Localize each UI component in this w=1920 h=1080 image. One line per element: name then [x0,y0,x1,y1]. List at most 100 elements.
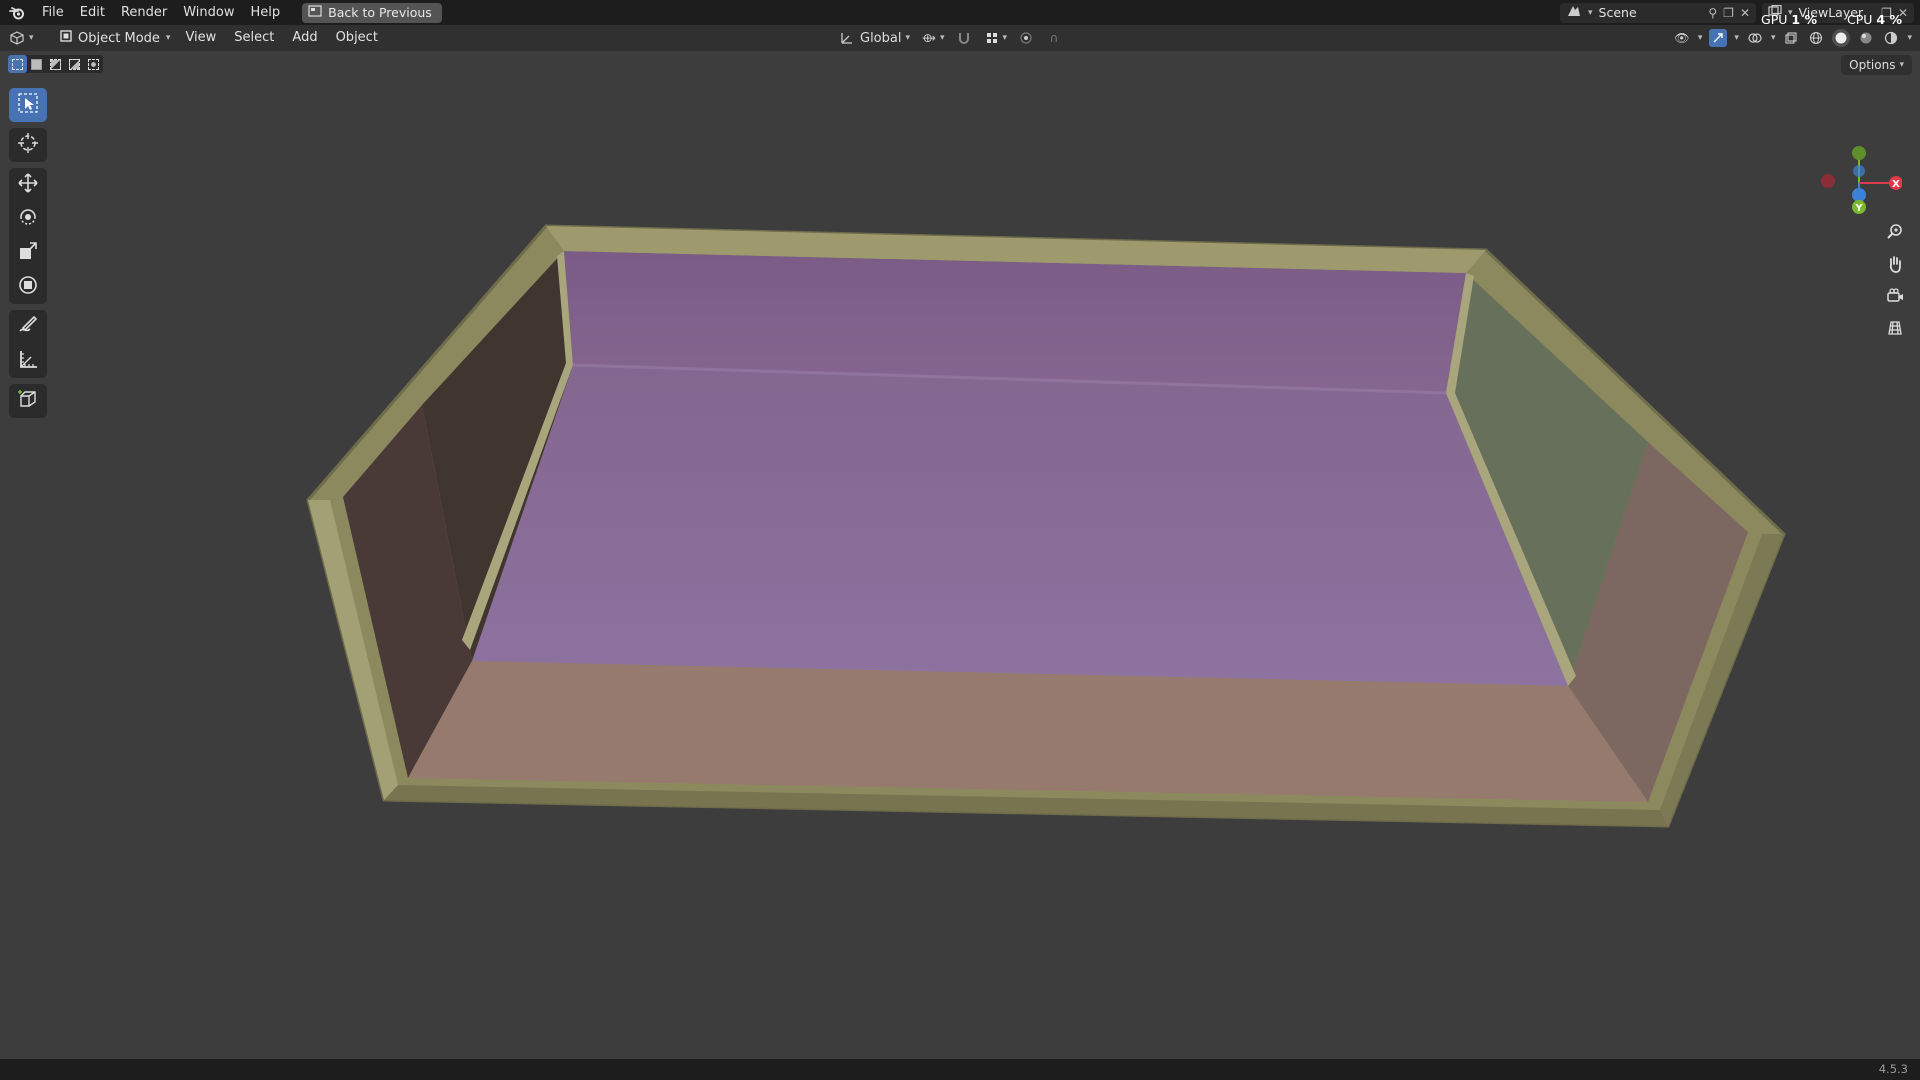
cursor-icon [17,132,39,158]
tool-rotate[interactable] [9,202,47,236]
back-to-previous-button[interactable]: Back to Previous [302,2,442,23]
menu-select[interactable]: Select [225,28,283,48]
mode-selector[interactable]: Object Mode ▾ [54,28,176,48]
overlays-icon[interactable] [1746,29,1764,47]
move-icon [17,172,39,198]
scene-selector[interactable]: ▾ Scene ⚲ ❐ ✕ [1560,2,1756,23]
chevron-down-icon: ▾ [1588,7,1593,18]
chevron-down-icon: ▾ [29,33,34,43]
select-box-icon [17,92,39,118]
menu-file[interactable]: File [34,0,72,25]
close-icon[interactable]: ✕ [1740,6,1750,20]
menu-edit[interactable]: Edit [72,0,113,25]
menu-help[interactable]: Help [243,0,289,25]
back-to-previous-label: Back to Previous [328,5,432,20]
menu-render[interactable]: Render [113,0,175,25]
tool-move[interactable] [9,168,47,202]
gizmo-toggle-icon[interactable] [1709,29,1728,47]
select-intersect-mode-button[interactable] [84,55,103,73]
chevron-down-icon[interactable]: ▾ [1734,33,1739,43]
chevron-down-icon[interactable]: ▾ [1698,33,1703,43]
menu-add[interactable]: Add [283,28,326,48]
chevron-down-icon[interactable]: ▾ [1771,33,1776,43]
tool-shelf [9,88,47,418]
tool-add-cube[interactable] [9,384,47,418]
gizmo-y-label: Y [1854,203,1863,214]
navigation-gizmo[interactable]: X Y [1816,143,1902,223]
fullscreen-icon [308,5,322,20]
mode-label: Object Mode [78,30,160,46]
visibility-icon[interactable]: 👁 [1673,29,1691,47]
tool-annotate[interactable] [9,310,47,344]
select-subtract-icon [50,58,61,70]
select-invert-mode-button[interactable] [65,55,84,73]
pin-icon[interactable]: ⚲ [1708,6,1717,20]
select-new-mode-button[interactable] [8,55,27,73]
pivot-selector[interactable]: ⟴ ▾ [920,29,944,47]
chevron-down-icon: ▾ [905,33,911,43]
xray-icon[interactable] [1782,29,1800,47]
gizmo-y-negative[interactable] [1852,146,1866,160]
select-invert-icon [69,58,80,70]
select-new-icon [12,58,23,70]
measure-ruler-icon [17,348,39,374]
cpu-label: CPU [1847,12,1873,27]
select-subtract-mode-button[interactable] [46,55,65,73]
gpu-value: 1 % [1791,12,1817,27]
snap-toggle-icon[interactable] [955,29,973,47]
selection-mode-buttons [8,55,103,73]
wireframe-shading-icon[interactable] [1807,29,1825,47]
zoom-icon[interactable] [1882,219,1908,245]
scene-icon [1566,4,1582,21]
transform-orientation-selector[interactable]: Global ▾ [838,29,910,47]
transform-icon [17,274,39,300]
scene-render [306,224,1786,828]
orientation-label: Global [860,30,902,46]
perspective-toggle-icon[interactable] [1882,315,1908,341]
gizmo-x-negative[interactable] [1821,174,1835,188]
proportional-editing-icon[interactable] [1017,29,1035,47]
status-bar: 4.5.3 [0,1059,1920,1080]
cpu-value: 4 % [1876,12,1902,27]
rotate-icon [17,206,39,232]
tool-select-box[interactable] [9,88,47,122]
version-label: 4.5.3 [1878,1062,1908,1076]
top-menubar: File Edit Render Window Help Back to Pre… [0,0,1920,25]
menu-view[interactable]: View [176,28,225,48]
snap-target-selector[interactable]: ▾ [983,29,1007,47]
blender-window: File Edit Render Window Help Back to Pre… [0,0,1920,1080]
gpu-label: GPU [1761,12,1788,27]
tool-scale[interactable] [9,236,47,270]
annotate-pencil-icon [17,314,39,340]
tray-floor [472,365,1568,686]
cpu-usage: CPU 4 % [1847,12,1902,27]
tool-measure[interactable] [9,344,47,378]
pan-hand-icon[interactable] [1882,251,1908,277]
select-intersect-icon [88,58,99,70]
menu-object[interactable]: Object [327,28,387,48]
3d-viewport-icon [8,29,26,47]
new-scene-icon[interactable]: ❐ [1723,6,1734,20]
snap-grid-icon [983,29,1001,47]
tool-cursor[interactable] [9,128,47,162]
tool-transform[interactable] [9,270,47,304]
3d-viewport[interactable]: X Y [0,51,1920,1059]
chevron-down-icon: ▾ [165,33,171,43]
editor-type-selector[interactable]: ▾ [8,28,52,48]
falloff-icon[interactable]: ∩ [1045,29,1063,47]
gizmo-z-axis[interactable] [1852,188,1866,202]
gpu-usage: GPU 1 % [1761,12,1817,27]
viewport-display-tools: 👁 ▾ ▾ ▾ ▾ [1673,28,1912,48]
material-shading-icon[interactable] [1857,29,1875,47]
menu-window[interactable]: Window [175,0,242,25]
options-dropdown[interactable]: Options ▾ [1841,55,1912,75]
solid-shading-icon[interactable] [1832,29,1851,47]
rendered-shading-icon[interactable] [1882,29,1900,47]
camera-view-icon[interactable] [1882,283,1908,309]
pivot-icon: ⟴ [922,31,936,45]
blender-logo-icon[interactable] [0,0,34,25]
chevron-down-icon[interactable]: ▾ [1907,33,1912,43]
scale-icon [17,240,39,266]
options-label: Options [1849,58,1896,72]
select-extend-mode-button[interactable] [27,55,46,73]
